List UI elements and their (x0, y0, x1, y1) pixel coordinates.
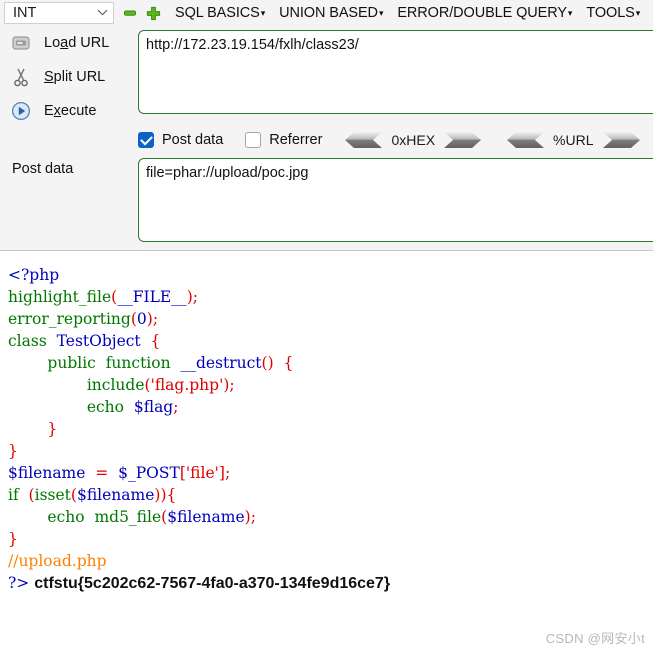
code-token: __FILE__ (117, 288, 187, 306)
execute-icon (10, 100, 32, 122)
code-token: if (8, 486, 19, 504)
menu-tools[interactable]: TOOLS▾ (586, 5, 640, 21)
menu-union-based[interactable]: UNION BASED▾ (279, 5, 383, 21)
chevron-left-icon[interactable] (504, 132, 545, 148)
code-token: highlight_file (8, 288, 112, 306)
post-data-input-value: file=phar://upload/poc.jpg (146, 165, 309, 181)
code-token: md5_file (84, 508, 162, 526)
plus-icon[interactable] (146, 6, 161, 21)
code-token: 'file' (185, 464, 219, 482)
code-token: echo (8, 508, 85, 526)
code-token: ); (186, 288, 198, 306)
code-comment: //upload.php (8, 552, 107, 570)
code-token: $filename (8, 464, 86, 482)
code-token: ; (173, 398, 179, 416)
page-content: <?php highlight_file ( __FILE__); error_re… (0, 250, 653, 655)
flag-output: ctfstu{5c202c62-7567-4fa0-a370-134fe9d16… (34, 575, 391, 592)
load-url-button[interactable]: Load URL (0, 26, 135, 60)
code-token: } (8, 442, 18, 460)
code-token: { (150, 332, 161, 350)
code-token: $flag (124, 398, 174, 416)
code-token: class (8, 332, 47, 350)
chevron-right-icon[interactable] (602, 132, 643, 148)
code-token: () (261, 354, 274, 372)
code-token: isset (34, 486, 71, 504)
code-token: } (8, 420, 58, 438)
php-open-tag: <?php (8, 266, 60, 284)
url-input-value: http://172.23.19.154/fxlh/class23/ (146, 37, 359, 53)
code-token: )){ (154, 486, 177, 504)
code-token: __destruct (170, 354, 262, 372)
chevron-down-icon: ▾ (567, 7, 573, 18)
chevron-down-icon: ▾ (635, 7, 641, 18)
type-select[interactable]: INT (4, 2, 114, 24)
code-token: } (8, 530, 18, 548)
code-token: = (85, 464, 119, 482)
menu-union-based-label: UNION BASED (279, 5, 378, 21)
watermark: CSDN @网安小t (545, 631, 645, 646)
load-url-icon (10, 32, 32, 54)
code-token: $filename (167, 508, 245, 526)
hackbar-menu-bar: INT SQL BASICS▾ UNION BASED▾ ERROR/DOUBL (0, 0, 653, 26)
code-token: ); (223, 376, 235, 394)
php-close-tag: ?> (8, 574, 30, 592)
code-token: TestObject (46, 332, 151, 350)
code-token: include (8, 376, 145, 394)
menu-sql-basics[interactable]: SQL BASICS▾ (175, 5, 265, 21)
referrer-checkbox-label: Referrer (269, 132, 323, 148)
checkbox-checked-icon (138, 132, 154, 148)
code-token: $filename (76, 486, 155, 504)
menu-tools-label: TOOLS (586, 5, 635, 21)
hackbar-action-column: Load URL Split URL Execute Post data (0, 26, 135, 250)
post-data-input[interactable]: file=phar://upload/poc.jpg (138, 158, 653, 242)
split-url-icon (10, 66, 32, 88)
code-token: 0 (136, 310, 147, 328)
hex-encode-label: 0xHEX (391, 132, 436, 148)
hackbar-panel: INT SQL BASICS▾ UNION BASED▾ ERROR/DOUBL (0, 0, 653, 250)
execute-button[interactable]: Execute (0, 94, 135, 128)
post-data-checkbox-label: Post data (162, 132, 224, 148)
code-token: error_reporting (8, 310, 131, 328)
post-data-checkbox[interactable]: Post data (138, 132, 223, 148)
code-token: ( (18, 486, 35, 504)
execute-label: Execute (44, 103, 97, 119)
hex-encode-group: 0xHEX (342, 132, 484, 148)
code-token: ]; (218, 464, 231, 482)
split-url-button[interactable]: Split URL (0, 60, 135, 94)
chevron-down-icon: ▾ (260, 7, 266, 18)
url-encode-label: %URL (553, 132, 594, 148)
code-token: echo (8, 398, 125, 416)
menu-sql-basics-label: SQL BASICS (175, 5, 260, 21)
referrer-checkbox[interactable]: Referrer (245, 132, 322, 148)
code-token: ); (244, 508, 256, 526)
menu-error-double-query-label: ERROR/DOUBLE QUERY (397, 5, 567, 21)
url-encode-group: %URL (504, 132, 642, 148)
code-token: public (8, 354, 96, 372)
hackbar-options-row: Post data Referrer 0xHEX %URL (138, 126, 643, 154)
chevron-right-icon[interactable] (444, 132, 484, 148)
split-url-label: Split URL (44, 69, 106, 85)
chevron-down-icon (97, 8, 108, 19)
checkbox-unchecked-icon (245, 132, 262, 148)
code-token: 'flag.php' (150, 376, 224, 394)
php-source-code: <?php highlight_file ( __FILE__); error_re… (0, 250, 653, 596)
chevron-down-icon: ▾ (378, 7, 384, 18)
minus-icon[interactable] (123, 6, 137, 20)
panel-divider (0, 250, 653, 251)
code-token: ); (146, 310, 159, 328)
type-select-value: INT (13, 5, 37, 21)
url-input[interactable]: http://172.23.19.154/fxlh/class23/ (138, 30, 653, 114)
code-token: { (273, 354, 294, 372)
chevron-left-icon[interactable] (342, 132, 383, 148)
menu-error-double-query[interactable]: ERROR/DOUBLE QUERY▾ (397, 5, 572, 21)
load-url-label: Load URL (44, 35, 110, 51)
code-token: function (95, 354, 171, 372)
post-data-row-label: Post data (12, 161, 74, 177)
code-token: $_POST (118, 464, 180, 482)
